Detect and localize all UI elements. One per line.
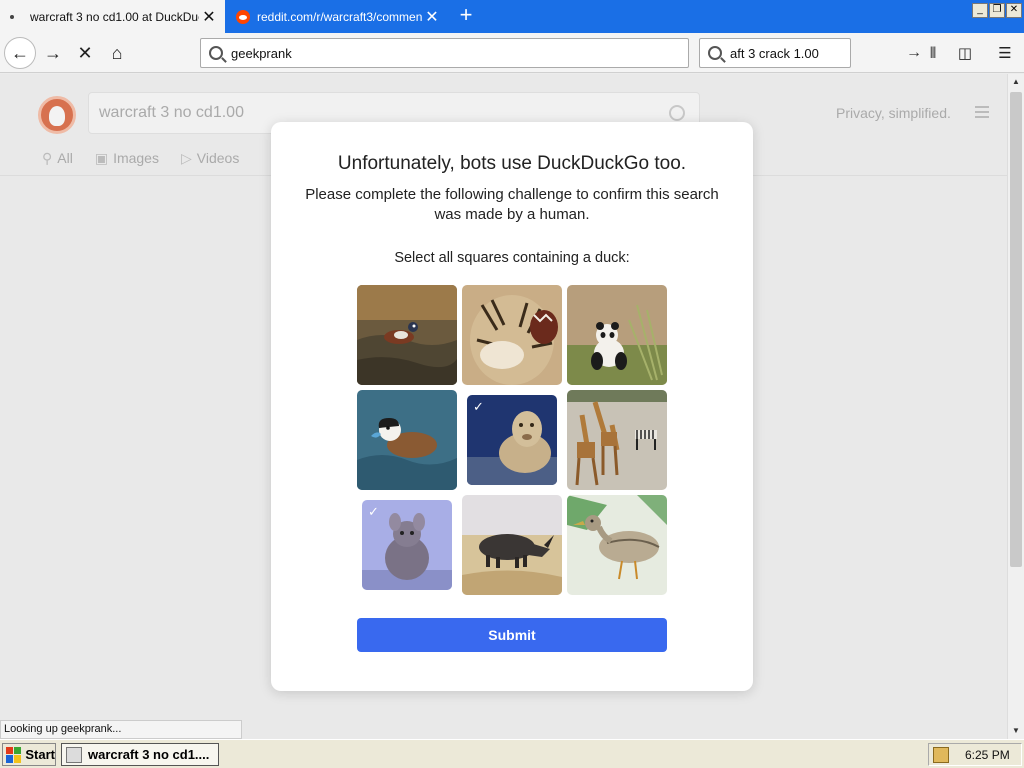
stop-button[interactable]: ✕	[70, 38, 100, 68]
status-text: Looking up geekprank...	[0, 720, 242, 739]
library-button[interactable]: ⫴	[918, 38, 948, 68]
duckduckgo-logo[interactable]	[38, 96, 76, 134]
new-tab-button[interactable]: +	[454, 4, 478, 28]
tab-images[interactable]: ▣ Images	[95, 150, 159, 167]
challenge-prompt: Select all squares containing a duck:	[394, 250, 630, 266]
windows-logo-icon	[6, 746, 22, 763]
rhinoceros-image	[462, 495, 562, 595]
start-label: Start	[25, 747, 55, 762]
tiger-image	[462, 285, 562, 385]
taskbar-item-browser[interactable]: warcraft 3 no cd1....	[61, 743, 219, 766]
forward-button[interactable]: →	[38, 38, 68, 68]
ddg-result-tabs: ⚲ All ▣ Images ▷ Videos	[42, 150, 239, 167]
image-icon: ▣	[94, 150, 109, 166]
browser-icon	[66, 746, 82, 763]
loading-indicator	[10, 14, 14, 19]
search-icon: ⚲	[42, 150, 53, 166]
duck-image	[357, 285, 457, 385]
tile-tiger[interactable]	[462, 285, 562, 385]
search-icon	[708, 46, 722, 60]
duck-image	[567, 495, 667, 595]
selected-check-icon: ✓	[473, 399, 484, 414]
challenge-subtitle: Please complete the following challenge …	[305, 186, 719, 223]
tile-chinchilla[interactable]: ✓	[362, 500, 452, 590]
scroll-down-icon[interactable]: ▼	[1008, 723, 1024, 739]
ddg-search-query: warcraft 3 no cd1.00	[99, 104, 244, 121]
sidebar-button[interactable]: ◫	[950, 38, 980, 68]
tile-duck-on-water[interactable]	[357, 285, 457, 385]
close-tab-icon[interactable]: ✕	[199, 7, 219, 27]
tile-duck-illustration[interactable]	[567, 495, 667, 595]
address-bar[interactable]	[200, 38, 689, 68]
tab-title: warcraft 3 no cd1.00 at DuckDuckGo	[30, 9, 199, 24]
system-tray: 6:25 PM	[928, 743, 1022, 766]
restore-button[interactable]: ❐	[989, 3, 1005, 18]
tile-panda[interactable]	[567, 285, 667, 385]
privacy-tagline: Privacy, simplified.	[836, 105, 951, 121]
home-button[interactable]: ⌂	[102, 38, 132, 68]
tab-title: reddit.com/r/warcraft3/comments/...	[257, 9, 422, 24]
tab-videos[interactable]: ▷ Videos	[181, 150, 239, 167]
start-button[interactable]: Start	[2, 743, 56, 766]
duck-image	[357, 390, 457, 490]
play-icon: ▷	[180, 150, 192, 166]
search-input[interactable]	[730, 41, 906, 65]
giraffes-image	[567, 390, 667, 490]
search-box[interactable]: →	[699, 38, 922, 68]
scroll-thumb[interactable]	[1010, 92, 1022, 567]
bot-challenge-dialog: Unfortunately, bots use DuckDuckGo too. …	[271, 122, 753, 691]
tile-rhinoceros[interactable]	[462, 495, 562, 595]
search-icon	[209, 46, 223, 60]
submit-button[interactable]: Submit	[357, 618, 667, 652]
ddg-menu-icon[interactable]	[975, 106, 989, 118]
close-tab-icon[interactable]: ✕	[422, 7, 442, 27]
challenge-title: Unfortunately, bots use DuckDuckGo too.	[337, 153, 687, 174]
panda-image	[567, 285, 667, 385]
tile-giraffes[interactable]	[567, 390, 667, 490]
clock: 6:25 PM	[965, 747, 1010, 762]
scroll-up-icon[interactable]: ▲	[1008, 74, 1024, 90]
taskbar: Start warcraft 3 no cd1.... 6:25 PM	[0, 739, 1024, 768]
taskbar-item-label: warcraft 3 no cd1....	[88, 747, 210, 762]
tab-strip: warcraft 3 no cd1.00 at DuckDuckGo ✕ red…	[0, 0, 1024, 33]
selected-check-icon: ✓	[368, 504, 379, 519]
minimize-button[interactable]: _	[972, 3, 988, 18]
tab-reddit[interactable]: reddit.com/r/warcraft3/comments/... ✕	[226, 0, 448, 33]
address-input[interactable]	[231, 41, 688, 65]
nav-toolbar: ← → ✕ ⌂ → ⫴ ◫ ☰	[0, 33, 1024, 73]
search-icon[interactable]	[669, 105, 685, 121]
tab-all[interactable]: ⚲ All	[42, 150, 73, 167]
vertical-scrollbar[interactable]: ▲ ▼	[1007, 74, 1024, 739]
close-window-button[interactable]: ✕	[1006, 3, 1022, 18]
menu-button[interactable]: ☰	[990, 38, 1020, 68]
tile-duck-swimming[interactable]	[357, 390, 457, 490]
reddit-icon	[236, 9, 250, 24]
tray-icon[interactable]	[933, 746, 949, 763]
tile-lioness[interactable]: ✓	[467, 395, 557, 485]
back-button[interactable]: ←	[4, 37, 36, 69]
tab-duckduckgo[interactable]: warcraft 3 no cd1.00 at DuckDuckGo ✕	[0, 0, 225, 33]
